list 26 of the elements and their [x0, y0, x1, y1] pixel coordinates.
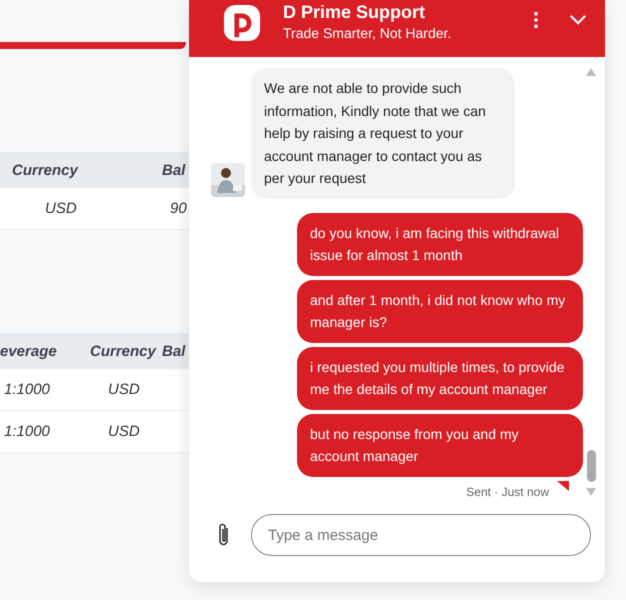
table-cell-text: 1:1000: [4, 423, 51, 440]
user-message: but no response from you and my account manager: [297, 414, 583, 476]
bubble-tail-icon: [557, 480, 569, 490]
user-message: do you know, i am facing this withdrawal issue for almost 1 month: [297, 212, 583, 276]
collapse-icon[interactable]: [569, 14, 587, 25]
column-header: everage: [0, 342, 58, 360]
column-header: Currency: [12, 162, 80, 178]
message-status: Sent · Just now: [466, 484, 549, 498]
chat-title: D Prime Support: [283, 2, 426, 23]
user-message: and after 1 month, i did not know who my manager is?: [297, 280, 583, 342]
column-header: Currency: [90, 342, 158, 360]
table-cell: 90: [170, 200, 187, 217]
column-header: Bal: [162, 342, 186, 360]
table-cell: USD: [108, 381, 140, 398]
message-input[interactable]: Type a message: [251, 514, 591, 556]
attachment-icon[interactable]: [217, 522, 231, 548]
agent-message: We are not able to provide such information, Kindly note that we can help by raising a request to your account manager to contact you as per your request: [251, 68, 515, 198]
chat-subtitle: Trade Smarter, Not Harder.: [283, 25, 452, 41]
column-header: Bal: [162, 162, 186, 178]
logo-icon: [223, 4, 261, 42]
user-message: i requested you multiple times, to provide me the details of my account manager: [297, 346, 583, 410]
table-cell-text: USD: [45, 200, 78, 217]
more-icon[interactable]: [533, 10, 539, 28]
table-cell: USD: [108, 423, 140, 440]
table-cell-text: 1:1000: [4, 381, 51, 398]
scrollbar-thumb[interactable]: [586, 450, 596, 482]
